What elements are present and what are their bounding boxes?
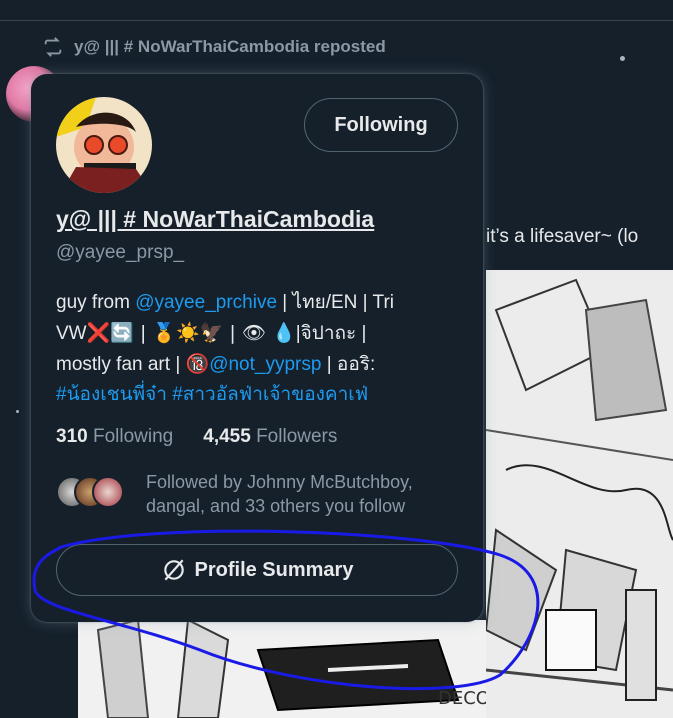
- profile-summary-button[interactable]: Profile Summary: [56, 544, 458, 596]
- repost-text: y@ ||| # NoWarThaiCambodia reposted: [74, 37, 386, 56]
- profile-avatar[interactable]: [56, 97, 152, 193]
- profile-hover-card: Following y@ ||| # NoWarThaiCambodia @ya…: [31, 74, 483, 622]
- bio-text: mostly fan art |: [56, 354, 186, 375]
- decorative-dot: [620, 56, 625, 61]
- bio-text: VW: [56, 323, 87, 344]
- decorative-dot: [16, 410, 19, 413]
- profile-handle[interactable]: @yayee_prsp_: [56, 242, 184, 264]
- profile-summary-label: Profile Summary: [194, 558, 354, 581]
- follower-avatars: [56, 476, 128, 512]
- bio-text: | ออริ:: [321, 354, 376, 375]
- followers-count: 4,455: [203, 426, 251, 447]
- profile-stats: 310 Following 4,455 Followers: [56, 426, 337, 448]
- following-button[interactable]: Following: [304, 98, 458, 152]
- post-image-lower[interactable]: DECOSKE: [78, 620, 486, 718]
- bio-mention-link[interactable]: @not_yyprsp: [209, 354, 321, 375]
- avatar: [92, 476, 124, 508]
- following-label: Following: [92, 426, 174, 447]
- followers-label: Followers: [256, 426, 338, 447]
- repost-context[interactable]: y@ ||| # NoWarThaiCambodia reposted: [42, 36, 386, 58]
- followed-by-row[interactable]: Followed by Johnny McButchboy, dangal, a…: [56, 470, 456, 518]
- following-stat[interactable]: 310 Following: [56, 426, 173, 448]
- artwork-signature: DECOSKE: [438, 688, 486, 709]
- bio-hashtags[interactable]: #น้องเชนพี่จ๋า #สาวอัลฟ่าเจ้าของคาเฟ่: [56, 384, 368, 405]
- adult-content-icon: 🔞: [185, 353, 210, 375]
- bio-text: | ไทย/EN | Tri: [277, 292, 394, 313]
- profile-display-name[interactable]: y@ ||| # NoWarThaiCambodia: [56, 206, 374, 233]
- post-text: it’s a lifesaver~ (lo: [486, 226, 639, 247]
- grok-icon: [163, 559, 184, 581]
- profile-bio: guy from @yayee_prchive | ไทย/EN | Tri V…: [56, 288, 466, 410]
- bio-text: guy from: [56, 292, 136, 313]
- bio-mention-link[interactable]: @yayee_prchive: [135, 292, 277, 313]
- post-image[interactable]: [486, 270, 673, 718]
- top-divider: [0, 20, 673, 21]
- bio-text: |จิปาถะ |: [295, 323, 367, 344]
- repost-icon: [44, 37, 62, 57]
- followers-stat[interactable]: 4,455 Followers: [203, 426, 337, 448]
- following-count: 310: [56, 426, 88, 447]
- bio-emoji: ❌🔄 | 🏅☀️🦅 | 👁 💧: [86, 322, 296, 344]
- followed-by-text: Followed by Johnny McButchboy, dangal, a…: [146, 472, 413, 516]
